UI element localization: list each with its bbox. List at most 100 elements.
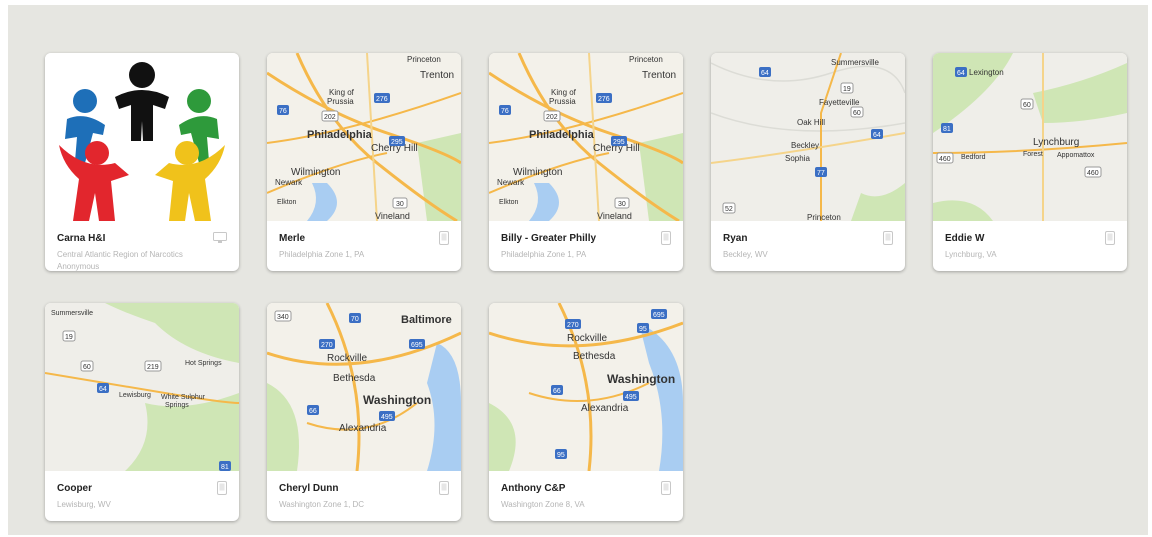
svg-text:Sophia: Sophia — [785, 154, 810, 163]
phone-icon — [217, 481, 227, 500]
meeting-location: Beckley, WV — [723, 250, 768, 259]
phone-icon — [439, 231, 449, 250]
svg-text:Philadelphia: Philadelphia — [529, 129, 595, 141]
svg-text:202: 202 — [546, 114, 558, 121]
svg-text:76: 76 — [279, 108, 287, 115]
svg-text:64: 64 — [957, 70, 965, 77]
meeting-location: Washington Zone 1, DC — [279, 500, 365, 509]
map-thumbnail: Princeton Trenton King of Prussia Philad… — [489, 53, 683, 221]
meeting-name: Cheryl Dunn — [279, 483, 339, 494]
svg-text:76: 76 — [501, 108, 509, 115]
svg-text:77: 77 — [817, 170, 825, 177]
meeting-name: Anthony C&P — [501, 483, 566, 494]
svg-text:81: 81 — [221, 464, 229, 471]
meeting-name: Cooper — [57, 483, 92, 494]
phone-icon — [661, 231, 671, 250]
svg-text:Forest: Forest — [1023, 151, 1043, 158]
svg-text:270: 270 — [567, 322, 579, 329]
svg-text:30: 30 — [618, 201, 626, 208]
svg-text:295: 295 — [613, 139, 625, 146]
meeting-location: Philadelphia Zone 1, PA — [501, 250, 587, 259]
meeting-card[interactable]: Baltimore Rockville Bethesda Washington … — [267, 303, 461, 521]
svg-text:Lewisburg: Lewisburg — [119, 392, 151, 399]
svg-text:Trenton: Trenton — [642, 70, 676, 81]
map-thumbnail: Summersville Fayetteville Oak Hill Beckl… — [711, 53, 905, 221]
svg-text:Oak Hill: Oak Hill — [797, 118, 825, 127]
svg-text:460: 460 — [1087, 170, 1099, 177]
svg-text:81: 81 — [943, 126, 951, 133]
svg-text:Wilmington: Wilmington — [513, 167, 562, 178]
svg-text:276: 276 — [598, 96, 610, 103]
meeting-location: Central Atlantic Region of Narcotics Ano… — [57, 250, 183, 271]
svg-text:Rockville: Rockville — [327, 353, 367, 364]
map-thumbnail: Summersville Hot Springs Lewisburg White… — [45, 303, 239, 471]
svg-text:Princeton: Princeton — [629, 55, 663, 64]
meeting-card[interactable]: Rockville Bethesda Washington Alexandria… — [489, 303, 683, 521]
svg-text:60: 60 — [83, 364, 91, 371]
meeting-location: Lynchburg, VA — [945, 250, 997, 259]
svg-text:Bethesda: Bethesda — [573, 351, 616, 362]
svg-text:Baltimore: Baltimore — [401, 314, 452, 326]
svg-text:64: 64 — [761, 70, 769, 77]
meeting-name: Merle — [279, 233, 306, 244]
svg-text:White Sulphur: White Sulphur — [161, 394, 206, 401]
svg-text:Beckley: Beckley — [791, 141, 819, 150]
svg-text:19: 19 — [843, 86, 851, 93]
svg-text:Alexandria: Alexandria — [339, 423, 387, 434]
svg-text:Bethesda: Bethesda — [333, 373, 376, 384]
svg-text:Newark: Newark — [275, 178, 303, 187]
svg-text:Washington: Washington — [363, 393, 431, 407]
svg-text:Lynchburg: Lynchburg — [1033, 137, 1079, 148]
meeting-card[interactable]: Princeton Trenton King of Prussia Philad… — [267, 53, 461, 271]
svg-text:66: 66 — [309, 408, 317, 415]
svg-text:Prussia: Prussia — [327, 97, 354, 106]
map-thumbnail: Rockville Bethesda Washington Alexandria… — [489, 303, 683, 471]
svg-text:Appomattox: Appomattox — [1057, 152, 1095, 159]
svg-text:Lexington: Lexington — [969, 68, 1004, 77]
svg-text:Princeton: Princeton — [407, 55, 441, 64]
map-thumbnail: Baltimore Rockville Bethesda Washington … — [267, 303, 461, 471]
svg-text:95: 95 — [557, 452, 565, 459]
svg-text:695: 695 — [653, 312, 665, 319]
svg-text:66: 66 — [553, 388, 561, 395]
svg-text:295: 295 — [391, 139, 403, 146]
svg-text:King of: King of — [329, 88, 355, 97]
meeting-name: Ryan — [723, 233, 748, 244]
phone-icon — [883, 231, 893, 250]
svg-text:219: 219 — [147, 364, 159, 371]
meeting-card[interactable]: Summersville Hot Springs Lewisburg White… — [45, 303, 239, 521]
svg-text:Hot Springs: Hot Springs — [185, 360, 222, 367]
svg-text:202: 202 — [324, 114, 336, 121]
svg-text:495: 495 — [381, 414, 393, 421]
svg-text:460: 460 — [939, 156, 951, 163]
svg-text:Springs: Springs — [165, 402, 189, 409]
meeting-card[interactable]: Summersville Fayetteville Oak Hill Beckl… — [711, 53, 905, 271]
svg-text:Philadelphia: Philadelphia — [307, 129, 373, 141]
meeting-location: Philadelphia Zone 1, PA — [279, 250, 365, 259]
meetings-grid: Carna H&I Central Atlantic Region of Nar… — [8, 5, 1148, 535]
svg-text:19: 19 — [65, 334, 73, 341]
meeting-name: Eddie W — [945, 233, 985, 244]
meeting-location: Lewisburg, WV — [57, 500, 111, 509]
phone-icon — [1105, 231, 1115, 250]
meeting-card[interactable]: Princeton Trenton King of Prussia Philad… — [489, 53, 683, 271]
svg-text:Vineland: Vineland — [375, 211, 410, 221]
phone-icon — [439, 481, 449, 500]
svg-text:Elkton: Elkton — [277, 199, 297, 206]
svg-text:Vineland: Vineland — [597, 211, 632, 221]
svg-text:95: 95 — [639, 326, 647, 333]
svg-text:Newark: Newark — [497, 178, 525, 187]
meeting-card[interactable]: Lexington Lynchburg Bedford Forest Appom… — [933, 53, 1127, 271]
svg-text:Fayetteville: Fayetteville — [819, 98, 860, 107]
svg-text:695: 695 — [411, 342, 423, 349]
svg-text:King of: King of — [551, 88, 577, 97]
meeting-card[interactable]: Carna H&I Central Atlantic Region of Nar… — [45, 53, 239, 271]
group-logo-image — [45, 53, 239, 221]
svg-text:270: 270 — [321, 342, 333, 349]
svg-text:64: 64 — [99, 386, 107, 393]
svg-text:Prussia: Prussia — [549, 97, 576, 106]
svg-text:30: 30 — [396, 201, 404, 208]
svg-text:495: 495 — [625, 394, 637, 401]
svg-text:Summersville: Summersville — [51, 310, 93, 317]
svg-text:70: 70 — [351, 316, 359, 323]
